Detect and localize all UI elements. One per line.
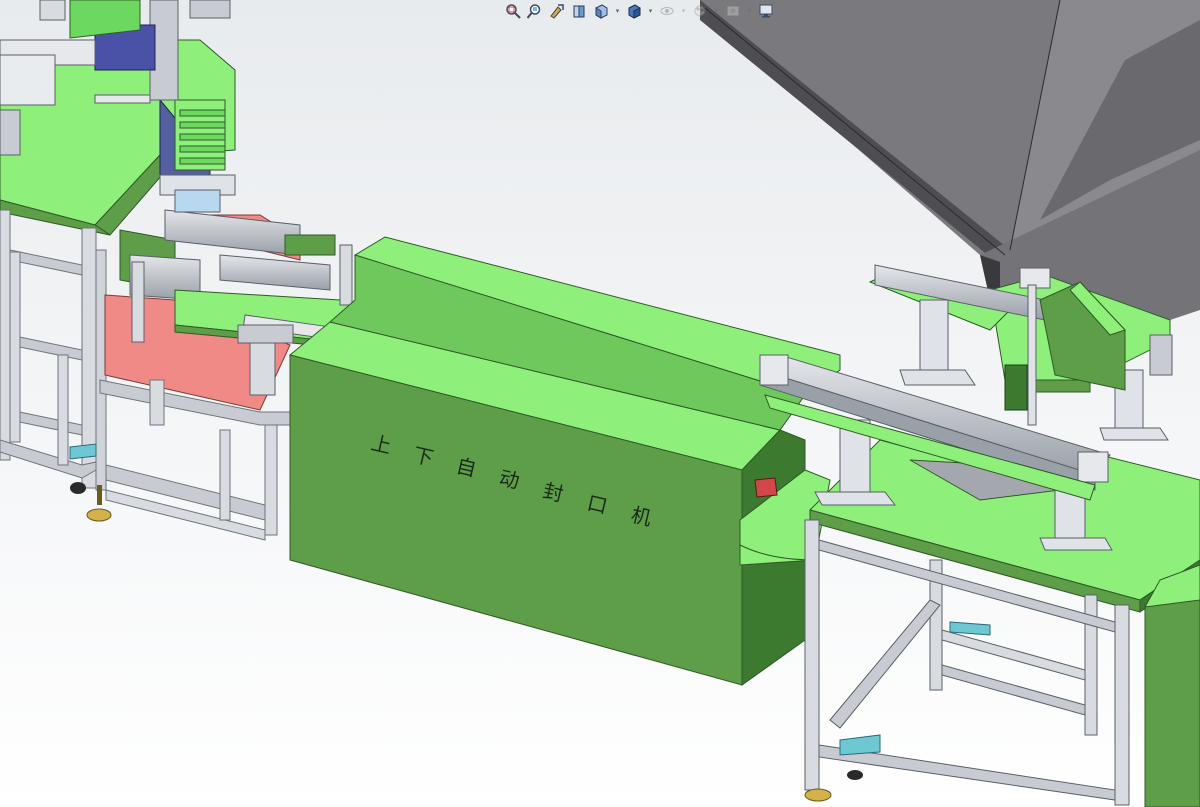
section-view-icon[interactable] bbox=[570, 2, 588, 20]
hide-show-items-icon[interactable] bbox=[658, 2, 676, 20]
zoom-to-fit-icon[interactable] bbox=[504, 2, 522, 20]
zoom-to-area-icon[interactable] bbox=[526, 2, 544, 20]
display-style-icon[interactable] bbox=[625, 2, 643, 20]
view-settings-icon[interactable] bbox=[757, 2, 775, 20]
display-style-dropdown[interactable]: ▾ bbox=[647, 2, 654, 20]
view-orientation-dropdown[interactable]: ▾ bbox=[614, 2, 621, 20]
view-orientation-icon[interactable] bbox=[592, 2, 610, 20]
apply-scene-dropdown[interactable]: ▾ bbox=[746, 2, 753, 20]
heads-up-view-toolbar: ▾ ▾ ▾ ▾ ▾ bbox=[500, 0, 788, 22]
apply-scene-icon[interactable] bbox=[724, 2, 742, 20]
hide-show-items-dropdown[interactable]: ▾ bbox=[680, 2, 687, 20]
assembly-model: 上 下 自 动 封 口 机 bbox=[0, 0, 1200, 807]
edit-appearance-icon[interactable] bbox=[691, 2, 709, 20]
previous-view-icon[interactable] bbox=[548, 2, 566, 20]
edit-appearance-dropdown[interactable]: ▾ bbox=[713, 2, 720, 20]
cad-graphics-viewport[interactable]: 上 下 自 动 封 口 机 bbox=[0, 0, 1200, 807]
